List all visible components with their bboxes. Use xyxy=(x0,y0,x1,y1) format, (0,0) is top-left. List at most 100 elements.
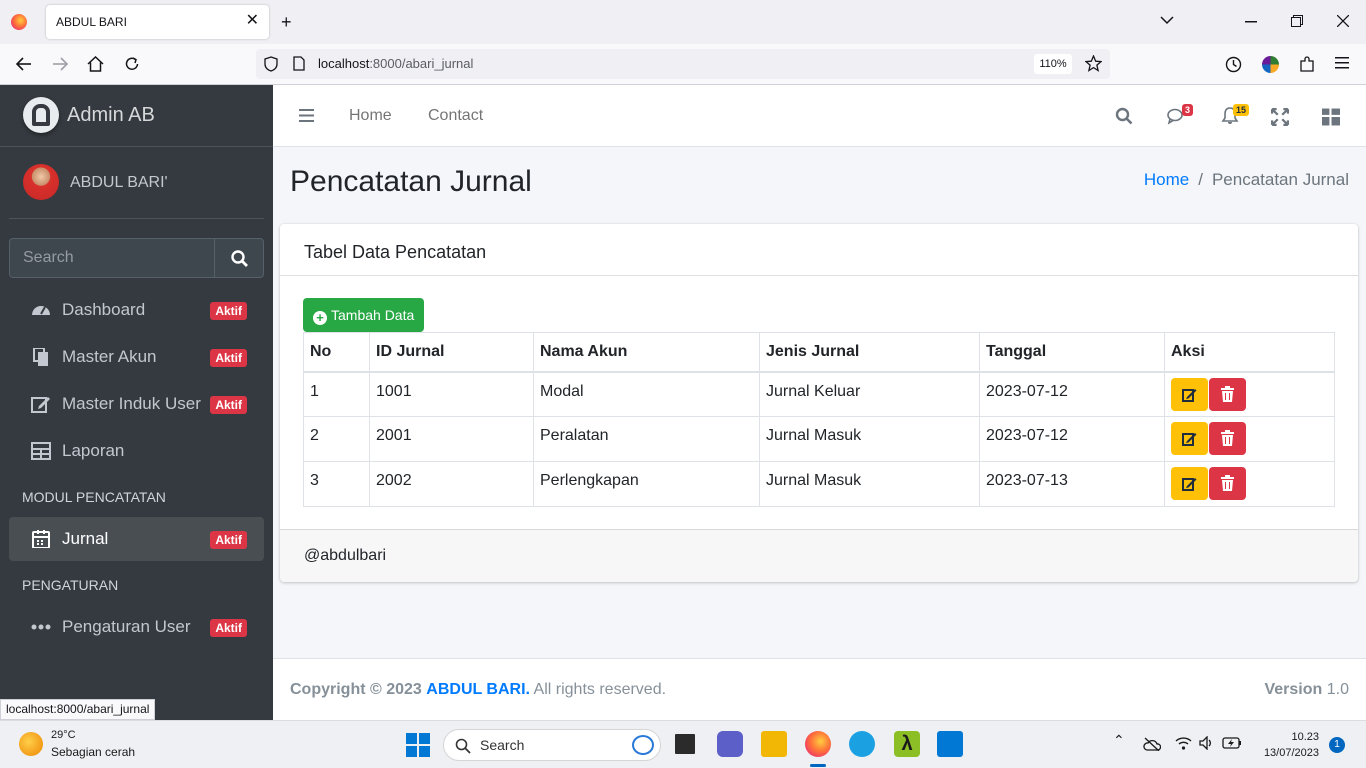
firefox-icon xyxy=(11,14,27,30)
sidebar-item-label: Dashboard xyxy=(62,300,146,319)
add-data-label: Tambah Data xyxy=(331,307,415,323)
address-bar[interactable]: localhost:8000/abari_jurnal 110% xyxy=(256,49,1110,79)
battery-charging-icon[interactable] xyxy=(1222,737,1242,749)
user-panel: ABDUL BARI' xyxy=(9,147,264,219)
weather-temperature[interactable]: 29°C xyxy=(51,729,76,741)
sidebar-search: Search xyxy=(9,238,264,278)
edit-icon xyxy=(1182,433,1197,446)
breadcrumb-home-link[interactable]: Home xyxy=(1144,170,1189,189)
trash-icon xyxy=(1221,475,1234,491)
brand-logo xyxy=(23,97,59,133)
sidebar-search-button[interactable] xyxy=(214,238,264,278)
wifi-icon[interactable] xyxy=(1175,736,1192,750)
bookmark-star-icon[interactable] xyxy=(1085,55,1102,72)
cell-jenis-jurnal: Jurnal Masuk xyxy=(759,461,980,507)
column-header: Tanggal xyxy=(979,332,1165,373)
hamburger-icon[interactable] xyxy=(299,109,314,122)
onedrive-offline-icon[interactable] xyxy=(1143,737,1161,751)
restore-icon[interactable] xyxy=(1291,15,1303,27)
sidebar-item-master-induk-user[interactable]: Master Induk User Aktif xyxy=(9,382,264,426)
nav-home-link[interactable]: Home xyxy=(349,107,392,125)
browser-tab-bar: ABDUL BARI ✕ + xyxy=(0,0,1366,44)
sidebar-item-pengaturan-user[interactable]: Pengaturan User Aktif xyxy=(9,605,264,649)
cell-tanggal: 2023-07-13 xyxy=(979,461,1165,507)
brand-link[interactable]: Admin AB xyxy=(0,85,273,147)
extensions-puzzle-icon[interactable] xyxy=(1299,56,1315,73)
browser-tab[interactable]: ABDUL BARI ✕ xyxy=(46,5,269,39)
status-badge: Aktif xyxy=(210,349,247,367)
weather-description[interactable]: Sebagian cerah xyxy=(51,745,135,759)
new-tab-icon[interactable]: + xyxy=(281,12,292,32)
cell-nama-akun: Peralatan xyxy=(533,416,760,462)
volume-icon[interactable] xyxy=(1199,736,1215,750)
status-badge: Aktif xyxy=(210,531,247,549)
teams-chat-icon[interactable] xyxy=(717,731,743,757)
user-name[interactable]: ABDUL BARI' xyxy=(70,174,168,192)
messages-button[interactable]: 3 xyxy=(1167,104,1194,127)
column-header: Aksi xyxy=(1164,332,1335,373)
nav-contact-link[interactable]: Contact xyxy=(428,107,483,125)
browser-nav-bar: localhost:8000/abari_jurnal 110% xyxy=(0,44,1366,85)
history-icon[interactable] xyxy=(1225,56,1242,73)
back-icon[interactable] xyxy=(16,57,32,71)
page-icon xyxy=(293,56,305,71)
trash-icon xyxy=(1221,430,1234,446)
main-header: Home Contact 3 15 xyxy=(273,85,1366,147)
tachometer-icon xyxy=(32,306,50,315)
home-icon[interactable] xyxy=(87,56,104,72)
copyright-brand-link[interactable]: ABDUL BARI. xyxy=(426,681,530,698)
avatar xyxy=(23,164,59,200)
sidebar-item-jurnal[interactable]: Jurnal Aktif xyxy=(9,517,264,561)
notifications-button[interactable]: 15 xyxy=(1221,104,1250,127)
edge-icon[interactable] xyxy=(849,731,875,757)
tray-overflow-icon[interactable]: ⌃ xyxy=(1113,732,1125,749)
sidebar-item-laporan[interactable]: Laporan xyxy=(9,429,264,473)
search-icon[interactable] xyxy=(1115,107,1133,125)
cell-jenis-jurnal: Jurnal Keluar xyxy=(759,371,980,417)
add-data-button[interactable]: + Tambah Data xyxy=(303,298,425,332)
edit-button[interactable] xyxy=(1171,422,1208,455)
vscode-icon[interactable] xyxy=(937,731,963,757)
control-sidebar-icon[interactable] xyxy=(1322,108,1340,126)
status-badge: Aktif xyxy=(210,619,247,637)
table-row: 1 1001 Modal Jurnal Keluar 2023-07-12 xyxy=(303,371,1335,417)
xampp-icon[interactable]: λ xyxy=(894,731,920,757)
minimize-icon[interactable] xyxy=(1245,21,1257,23)
task-view-icon[interactable] xyxy=(672,731,698,757)
card-footer: @abdulbari xyxy=(280,529,1358,582)
brand-text: Admin AB xyxy=(67,104,155,126)
sidebar-item-master-akun[interactable]: Master Akun Aktif xyxy=(9,335,264,379)
sidebar-item-dashboard[interactable]: Dashboard Aktif xyxy=(9,288,264,332)
reload-icon[interactable] xyxy=(124,56,140,72)
system-clock[interactable]: 10.23 13/07/2023 xyxy=(1264,729,1319,761)
bing-icon[interactable] xyxy=(632,735,654,755)
taskbar-search[interactable]: Search xyxy=(443,729,661,761)
sidebar-search-input[interactable]: Search xyxy=(9,238,215,278)
windows-start-icon[interactable] xyxy=(406,733,430,757)
edit-icon xyxy=(31,397,50,413)
close-window-icon[interactable] xyxy=(1337,15,1349,27)
delete-button[interactable] xyxy=(1209,377,1246,411)
forward-icon[interactable] xyxy=(52,57,68,71)
notification-badge[interactable]: 1 xyxy=(1329,737,1345,753)
edit-button[interactable] xyxy=(1171,377,1208,411)
delete-button[interactable] xyxy=(1209,467,1246,500)
delete-button[interactable] xyxy=(1209,422,1246,455)
tab-close-icon[interactable]: ✕ xyxy=(246,13,259,29)
tab-list-chevron-icon[interactable] xyxy=(1160,15,1174,25)
weather-icon[interactable] xyxy=(19,732,43,756)
file-explorer-icon[interactable] xyxy=(761,731,787,757)
messages-badge: 3 xyxy=(1182,104,1194,116)
edit-button[interactable] xyxy=(1171,467,1208,500)
table-row: 3 2002 Perlengkapan Jurnal Masuk 2023-07… xyxy=(303,461,1335,507)
clock-time: 10.23 xyxy=(1291,731,1319,743)
fullscreen-icon[interactable] xyxy=(1271,108,1289,126)
extension-icon[interactable] xyxy=(1262,56,1279,73)
search-icon xyxy=(455,738,471,754)
cell-aksi xyxy=(1164,416,1335,462)
firefox-taskbar-icon[interactable] xyxy=(805,731,831,757)
cell-nama-akun: Perlengkapan xyxy=(533,461,760,507)
zoom-level[interactable]: 110% xyxy=(1034,54,1072,74)
menu-icon[interactable] xyxy=(1335,57,1349,69)
shield-icon[interactable] xyxy=(264,56,278,72)
